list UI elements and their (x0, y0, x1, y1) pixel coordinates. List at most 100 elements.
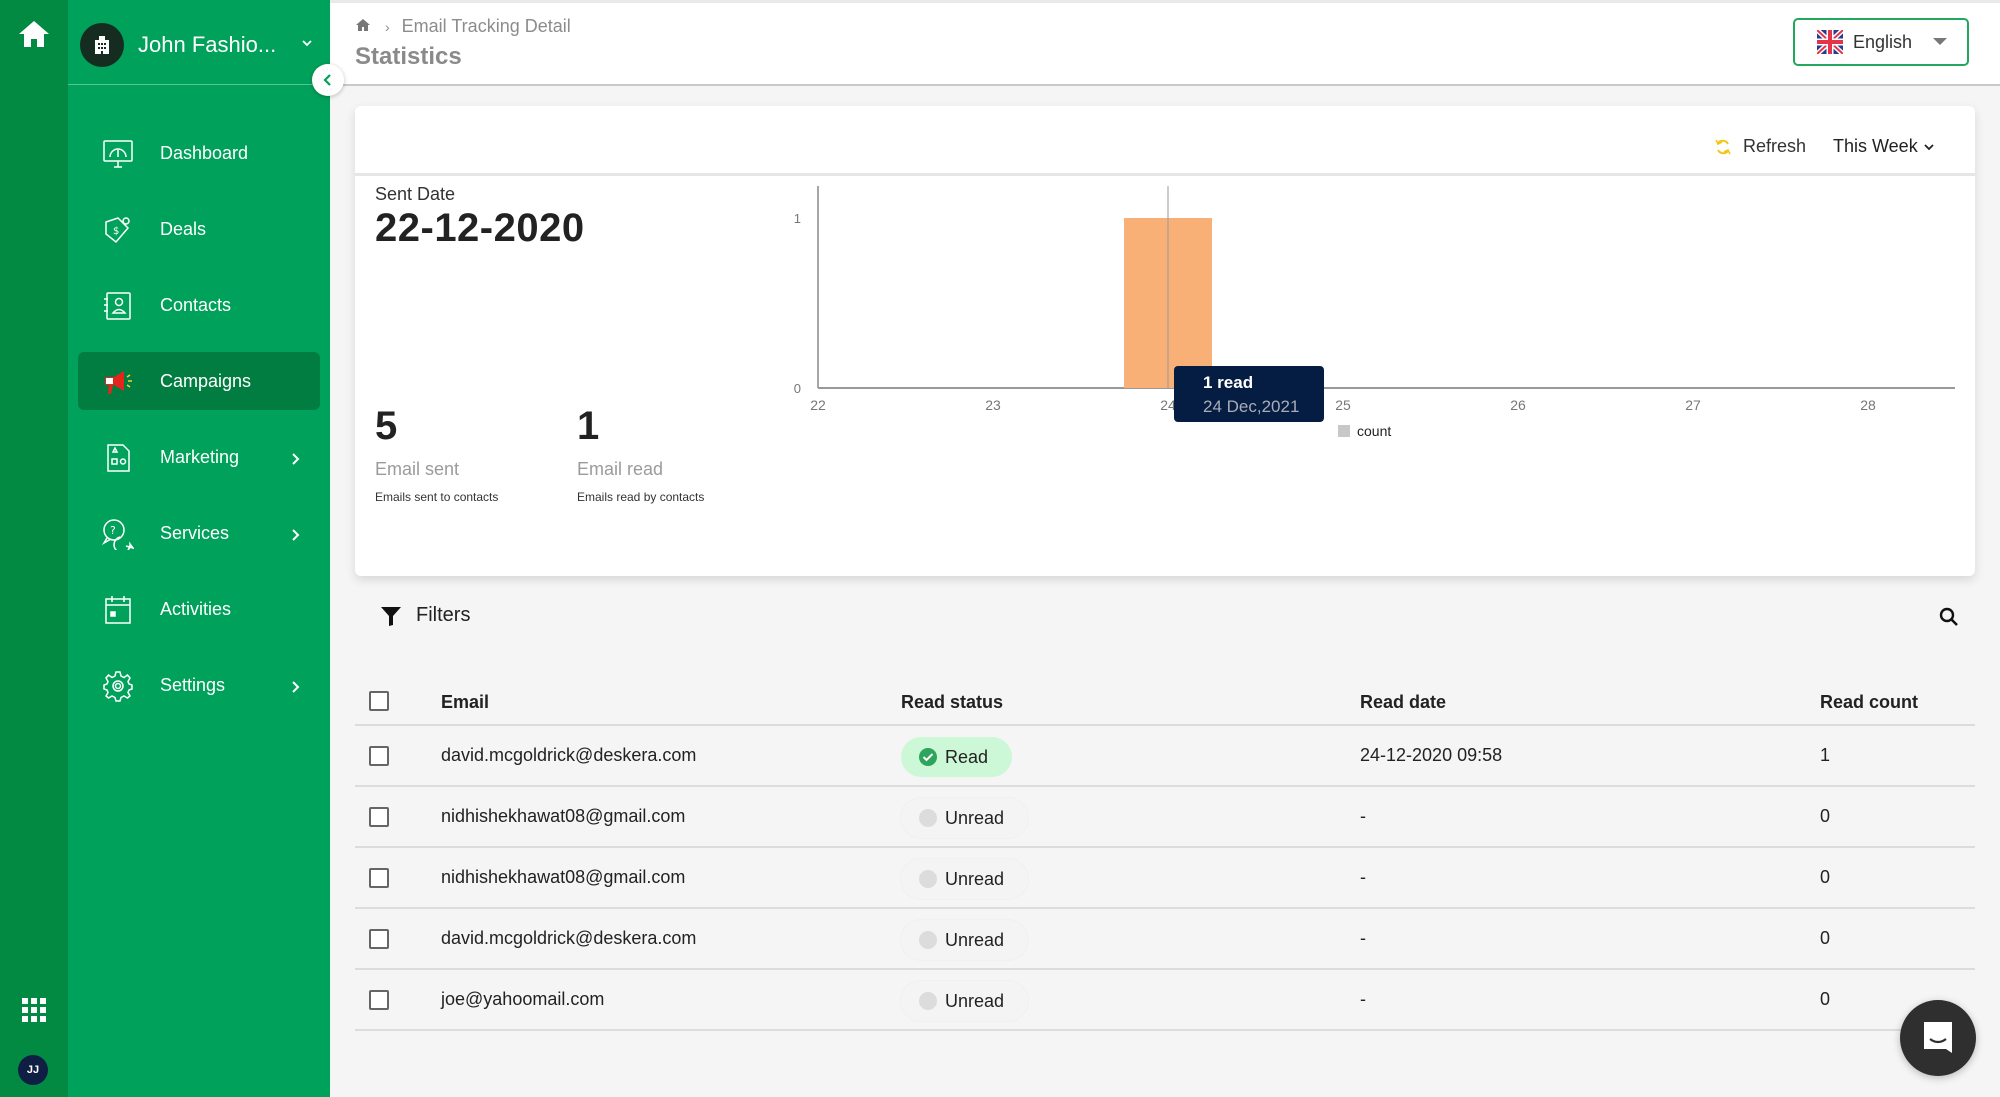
row-checkbox[interactable] (369, 807, 389, 827)
read-date-cell: - (1360, 928, 1366, 948)
refresh-button[interactable]: Refresh (1715, 136, 1806, 157)
x-tick-label: 22 (810, 397, 826, 413)
megaphone-icon (102, 366, 134, 398)
chevron-right-icon (290, 450, 302, 471)
column-header-read-status[interactable]: Read status (901, 692, 1003, 713)
marketing-shapes-icon (102, 442, 134, 474)
email-sent-count: 5 (375, 404, 398, 448)
column-header-read-date[interactable]: Read date (1360, 692, 1446, 713)
calendar-icon (102, 594, 134, 626)
column-header-read-count[interactable]: Read count (1820, 692, 1918, 713)
email-cell: david.mcgoldrick@deskera.com (441, 745, 697, 765)
user-avatar[interactable]: JJ (18, 1055, 48, 1085)
filters-label: Filters (416, 604, 471, 626)
collapse-sidebar-button[interactable] (312, 64, 344, 96)
sidebar-item-label: Campaigns (160, 370, 252, 391)
language-select[interactable]: English (1793, 18, 1969, 66)
x-tick-label: 28 (1860, 397, 1876, 413)
sidebar-nav: Dashboard $ Deals Contacts Campaigns Mar… (78, 124, 320, 732)
email-cell: nidhishekhawat08@gmail.com (441, 806, 686, 826)
select-all-checkbox[interactable] (369, 691, 389, 711)
table-row[interactable]: david.mcgoldrick@deskera.com Unread - 0 (355, 909, 1975, 970)
org-name: John Fashio... (138, 32, 277, 57)
table-row[interactable]: nidhishekhawat08@gmail.com Unread - 0 (355, 848, 1975, 909)
chevron-left-icon (323, 74, 331, 86)
table-header: Email Read status Read date Read count (355, 672, 1975, 726)
home-icon[interactable] (16, 18, 52, 50)
sidebar-item-settings[interactable]: Settings (78, 656, 320, 714)
home-icon[interactable] (355, 16, 371, 37)
status-dot-icon (919, 931, 937, 949)
read-date-cell: - (1360, 989, 1366, 1009)
refresh-label: Refresh (1743, 136, 1807, 156)
status-label: Unread (945, 807, 1005, 828)
chevron-down-icon (1924, 143, 1934, 150)
column-header-email[interactable]: Email (441, 692, 489, 713)
email-tracking-table: Email Read status Read date Read count d… (355, 672, 1975, 1031)
page-title: Statistics (355, 43, 462, 70)
row-checkbox[interactable] (369, 929, 389, 949)
row-checkbox[interactable] (369, 746, 389, 766)
email-sent-sublabel: Emails sent to contacts (375, 490, 499, 504)
sidebar-item-dashboard[interactable]: Dashboard (78, 124, 320, 182)
sidebar-item-contacts[interactable]: Contacts (78, 276, 320, 334)
table-row[interactable]: nidhishekhawat08@gmail.com Unread - 0 (355, 787, 1975, 848)
chevron-right-icon (290, 678, 302, 699)
sidebar-item-label: Contacts (160, 294, 232, 315)
breadcrumb-item[interactable]: Email Tracking Detail (402, 16, 571, 37)
sidebar-item-services[interactable]: ? Services (78, 504, 320, 562)
sent-date-label: Sent Date (375, 184, 456, 204)
read-count-cell: 0 (1820, 806, 1831, 826)
sidebar-item-campaigns[interactable]: Campaigns (78, 352, 320, 410)
tooltip-value: 1 read (1203, 373, 1254, 392)
breadcrumb-separator: › (385, 18, 390, 35)
status-label: Unread (945, 868, 1005, 889)
caret-down-icon (1933, 38, 1947, 45)
sidebar-item-label: Services (160, 522, 230, 543)
sidebar-item-activities[interactable]: Activities (78, 580, 320, 638)
x-tick-label: 25 (1335, 397, 1351, 413)
chat-launcher-button[interactable] (1900, 1000, 1976, 1076)
read-status-badge: Unread (901, 920, 1029, 960)
sidebar-divider (68, 84, 330, 85)
email-read-count: 1 (577, 404, 600, 448)
sidebar-item-deals[interactable]: $ Deals (78, 200, 320, 258)
icon-rail: JJ (0, 0, 68, 1097)
sidebar-item-marketing[interactable]: Marketing (78, 428, 320, 486)
org-switcher[interactable]: John Fashio... (80, 22, 330, 68)
x-tick-label: 26 (1510, 397, 1526, 413)
read-status-badge: Unread (901, 798, 1029, 838)
sidebar-item-label: Settings (160, 674, 226, 695)
gear-icon (102, 670, 134, 702)
period-label: This Week (1833, 136, 1918, 156)
y-tick-label: 0 (794, 381, 801, 396)
refresh-icon (1715, 139, 1731, 154)
filters-button[interactable]: Filters (380, 604, 470, 627)
read-count-cell: 1 (1820, 745, 1831, 765)
email-read-sublabel: Emails read by contacts (577, 490, 705, 504)
sidebar-item-label: Dashboard (160, 142, 249, 163)
search-icon[interactable] (1938, 606, 1960, 628)
legend-swatch (1338, 425, 1350, 437)
chevron-down-icon (300, 36, 314, 55)
email-sent-label: Email sent (375, 459, 460, 479)
price-tag-icon: $ (102, 214, 134, 246)
read-count-cell: 0 (1820, 867, 1831, 887)
breadcrumb: › Email Tracking Detail (355, 16, 571, 37)
email-cell: nidhishekhawat08@gmail.com (441, 867, 686, 887)
row-checkbox[interactable] (369, 868, 389, 888)
email-sent-stat: 5 Email sent Emails sent to contacts (375, 404, 498, 504)
table-row[interactable]: joe@yahoomail.com Unread - 0 (355, 970, 1975, 1031)
row-checkbox[interactable] (369, 990, 389, 1010)
period-dropdown[interactable]: This Week (1833, 136, 1935, 157)
read-status-badge: Read (901, 737, 1013, 777)
status-label: Read (945, 746, 989, 767)
status-dot-icon (919, 870, 937, 888)
table-row[interactable]: david.mcgoldrick@deskera.com Read 24-12-20… (355, 726, 1975, 787)
apps-grid-icon[interactable] (22, 998, 46, 1022)
sent-date-value: 22-12-2020 (375, 206, 585, 250)
language-label: English (1853, 31, 1913, 52)
building-icon (80, 23, 124, 67)
table-body: david.mcgoldrick@deskera.com Read 24-12-20… (355, 726, 1975, 1031)
email-cell: joe@yahoomail.com (441, 989, 605, 1009)
